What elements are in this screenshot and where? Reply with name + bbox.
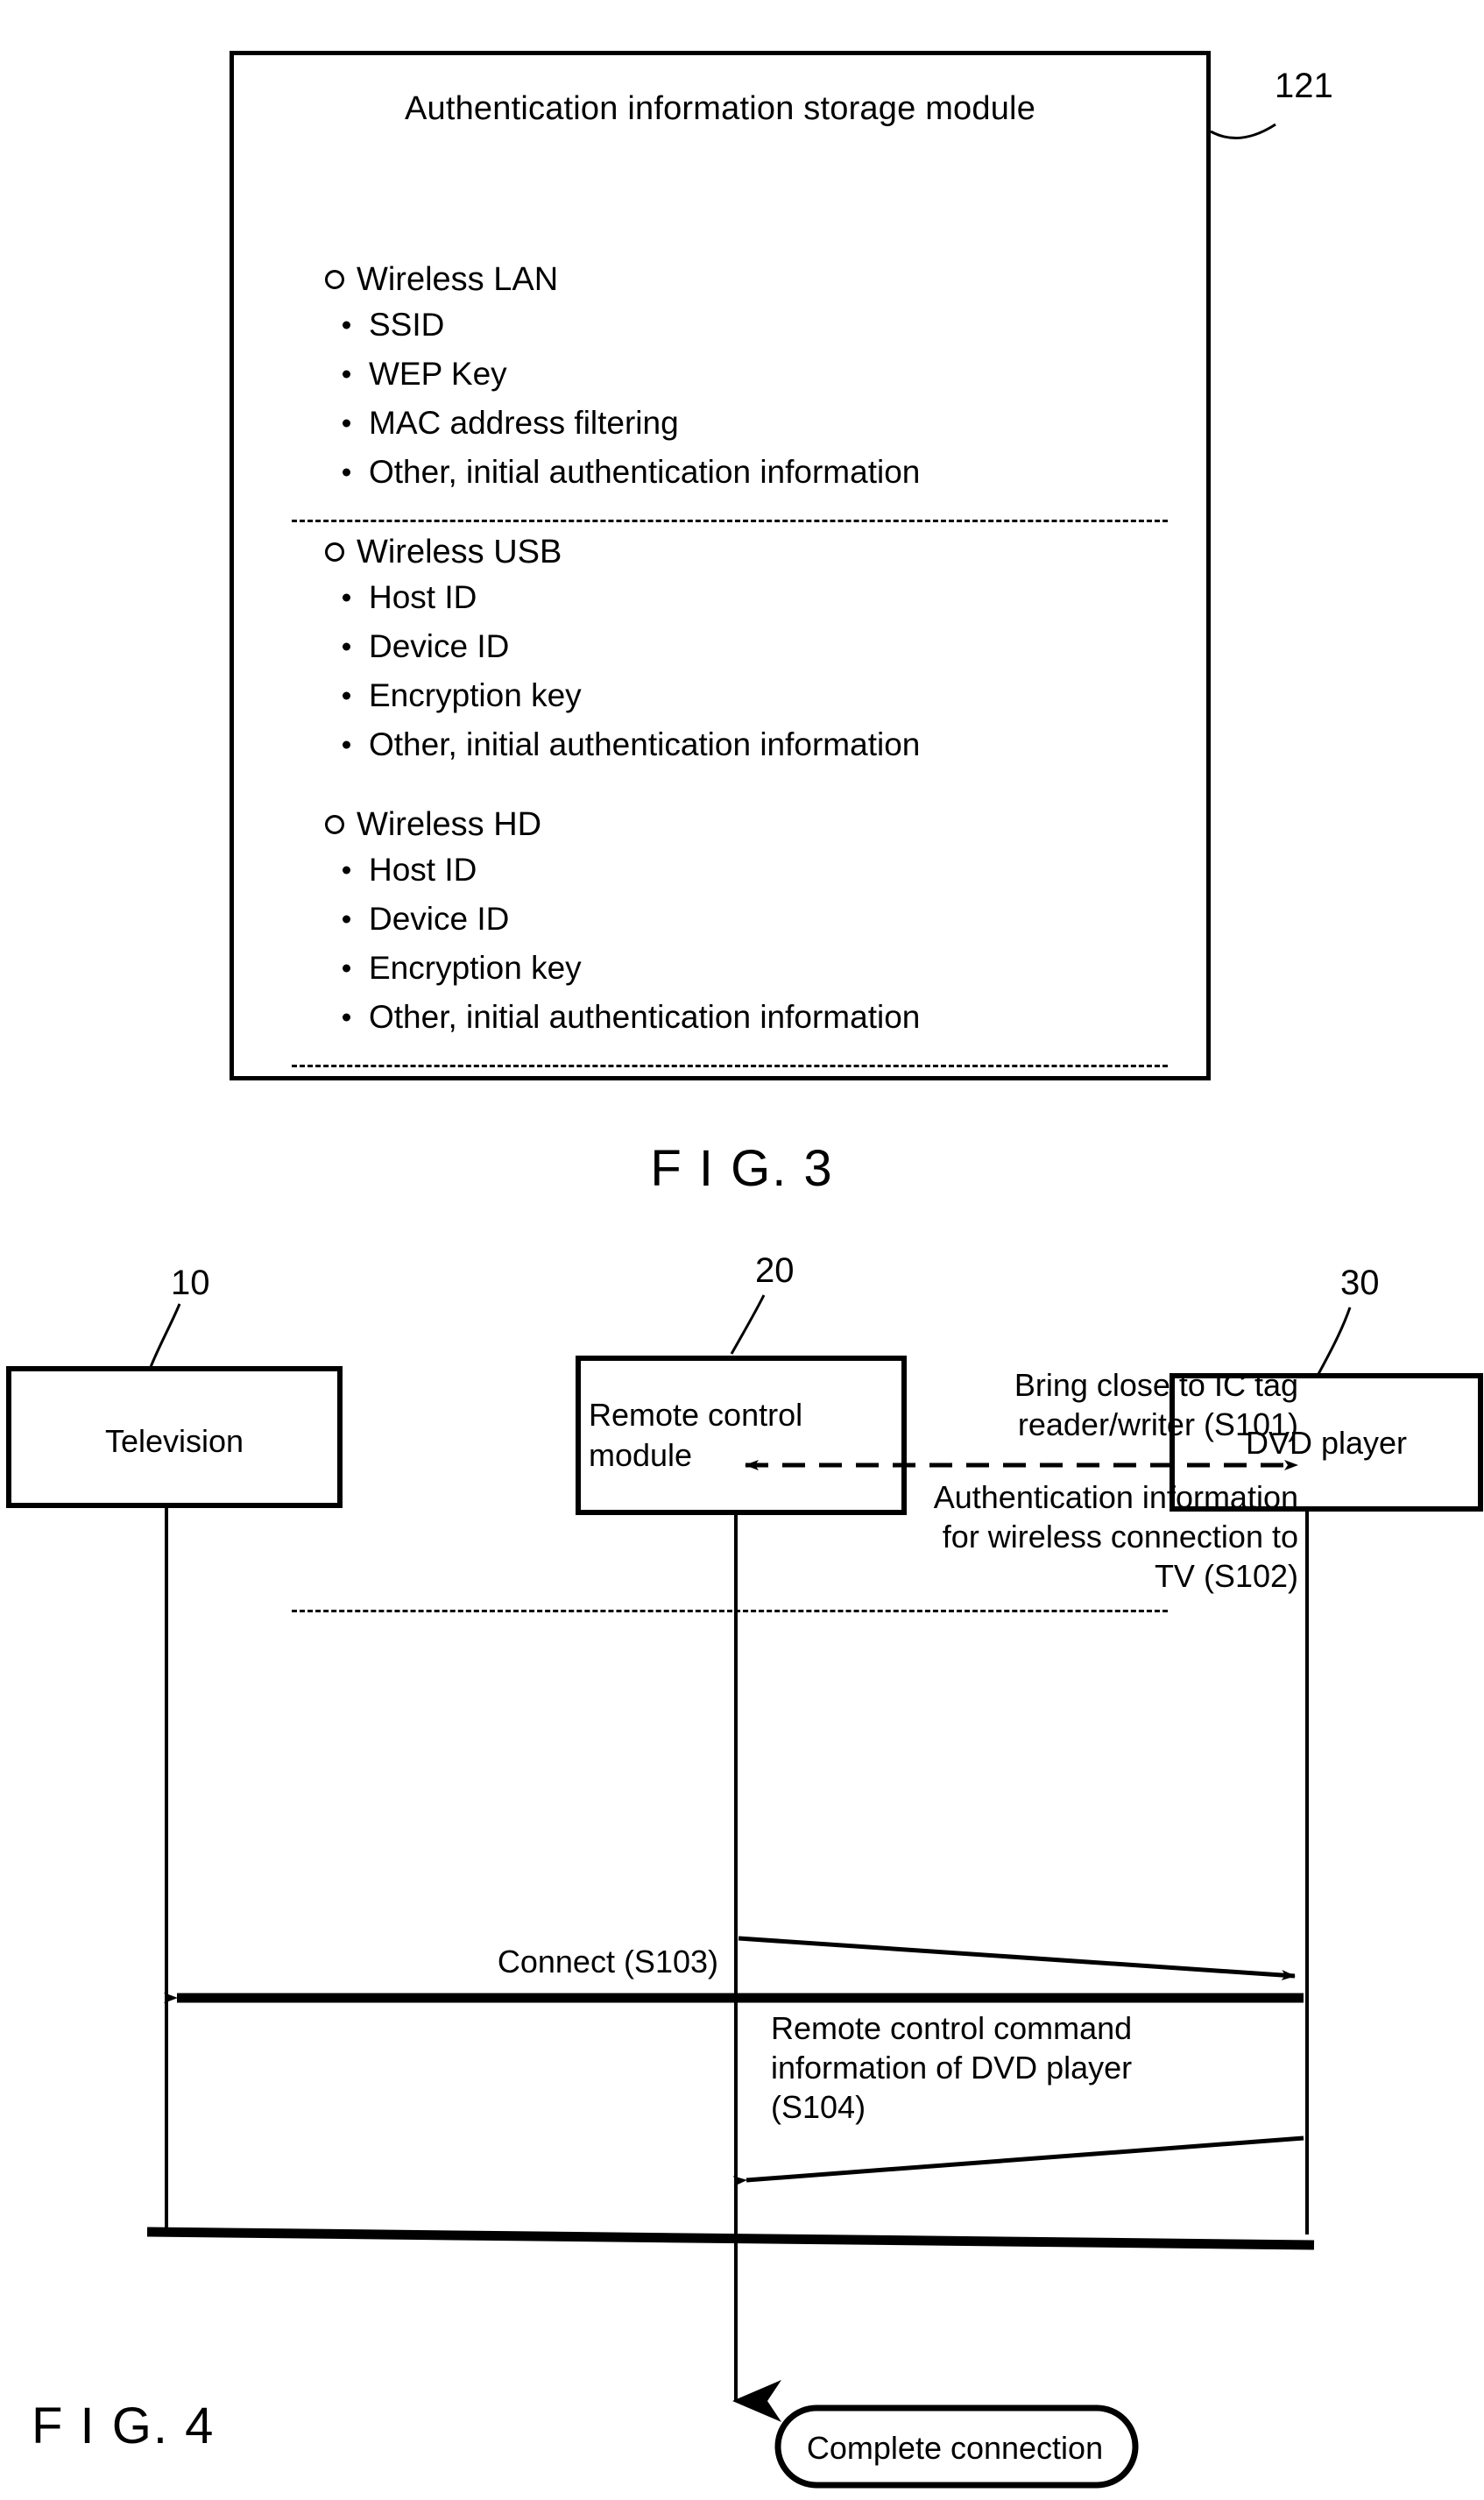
section-title: Wireless LAN xyxy=(357,261,559,298)
dot-bullet-icon xyxy=(343,321,350,329)
list-item-label: Encryption key xyxy=(369,950,582,986)
figure-4-caption: F I G. 4 xyxy=(32,2397,216,2454)
section-title: Wireless HD xyxy=(357,806,542,843)
section-divider xyxy=(292,1065,1168,1067)
authentication-storage-module-box: Authentication information storage modul… xyxy=(230,51,1211,1612)
list-item: WEP Key xyxy=(325,350,1157,399)
list-item: Device ID xyxy=(325,622,1157,671)
list-item-label: Host ID xyxy=(369,579,477,615)
list-item-label: Device ID xyxy=(369,628,510,664)
reference-number-20: 20 xyxy=(755,1251,795,1290)
dot-bullet-icon xyxy=(343,964,350,973)
section-item-list: Host ID Device ID Encryption key Other, … xyxy=(325,573,1157,769)
dot-bullet-icon xyxy=(343,866,350,875)
list-item: Host ID xyxy=(325,846,1157,895)
list-item-label: WEP Key xyxy=(369,356,507,392)
section-title: Wireless USB xyxy=(357,534,562,570)
dot-bullet-icon xyxy=(343,642,350,651)
section-divider xyxy=(292,520,1168,522)
leader-30 xyxy=(1317,1307,1352,1375)
message-arrow-s102 xyxy=(738,1936,1296,1980)
message-label-s102: Authentication information for wireless … xyxy=(933,1479,1298,1594)
dot-bullet-icon xyxy=(343,915,350,924)
terminator-label: Complete connection xyxy=(806,2430,1104,2466)
message-label-s103: Connect (S103) xyxy=(497,1944,718,1979)
section-item-list: Host ID Device ID Encryption key Other, … xyxy=(325,846,1157,1042)
list-item-label: Other, initial authentication informatio… xyxy=(369,726,921,762)
dot-bullet-icon xyxy=(343,419,350,428)
message-label-s101: Bring close to IC tag reader/writer (S10… xyxy=(1014,1367,1298,1442)
dot-bullet-icon xyxy=(343,468,350,477)
list-item-label: SSID xyxy=(369,307,445,343)
figure-3-caption: F I G. 3 xyxy=(650,1140,834,1197)
fig3-box-title: Authentication information storage modul… xyxy=(404,90,1036,127)
message-arrow-s104 xyxy=(732,2135,1304,2187)
reference-number-30: 30 xyxy=(1340,1264,1380,1302)
dot-bullet-icon xyxy=(343,593,350,602)
section-wireless-hd: Wireless HD Host ID Device ID Encryption… xyxy=(292,804,1168,1612)
list-item-label: Host ID xyxy=(369,852,477,888)
list-item: Encryption key xyxy=(325,944,1157,993)
section-wireless-usb: Wireless USB Host ID Device ID Encryptio… xyxy=(292,531,1168,1067)
circle-bullet-icon xyxy=(325,542,344,562)
list-item-label: Other, initial authentication informatio… xyxy=(369,454,921,490)
dot-bullet-icon xyxy=(343,740,350,749)
list-item: Other, initial authentication informatio… xyxy=(325,993,1157,1042)
section-item-list: SSID WEP Key MAC address filtering Other… xyxy=(325,301,1157,497)
section-header: Wireless USB xyxy=(325,531,1157,573)
reference-leader-line xyxy=(1211,123,1276,140)
circle-bullet-icon xyxy=(325,270,344,289)
circle-bullet-icon xyxy=(325,815,344,834)
list-item-label: Encryption key xyxy=(369,677,582,713)
list-item-label: Device ID xyxy=(369,901,510,937)
node-box-television xyxy=(6,1366,343,1508)
list-item: Device ID xyxy=(325,895,1157,944)
list-item: Host ID xyxy=(325,573,1157,622)
figure-4: Television Remote control module DVD pla… xyxy=(0,1251,1484,2500)
list-item: Encryption key xyxy=(325,671,1157,720)
section-header: Wireless LAN xyxy=(325,258,1157,301)
list-item: Other, initial authentication informatio… xyxy=(325,448,1157,497)
section-wireless-lan: Wireless LAN SSID WEP Key MAC address fi… xyxy=(292,258,1168,522)
leader-20 xyxy=(730,1294,766,1355)
list-item-label: MAC address filtering xyxy=(369,405,679,441)
reference-number-10: 10 xyxy=(171,1264,210,1302)
dot-bullet-icon xyxy=(343,370,350,379)
list-item: Other, initial authentication informatio… xyxy=(325,720,1157,769)
message-label-s104: Remote control command information of DV… xyxy=(771,2010,1133,2125)
dot-bullet-icon xyxy=(343,691,350,700)
dot-bullet-icon xyxy=(343,1013,350,1022)
figure-3: Authentication information storage modul… xyxy=(0,0,1484,1612)
section-header: Wireless HD xyxy=(325,804,1157,846)
reference-number-121: 121 xyxy=(1275,67,1333,105)
list-item-label: Other, initial authentication informatio… xyxy=(369,999,921,1035)
list-item: MAC address filtering xyxy=(325,399,1157,448)
diagram-baseline xyxy=(146,2227,1315,2250)
leader-10 xyxy=(149,1303,181,1368)
list-item: SSID xyxy=(325,301,1157,350)
sequence-diagram-canvas xyxy=(6,1294,1483,2489)
